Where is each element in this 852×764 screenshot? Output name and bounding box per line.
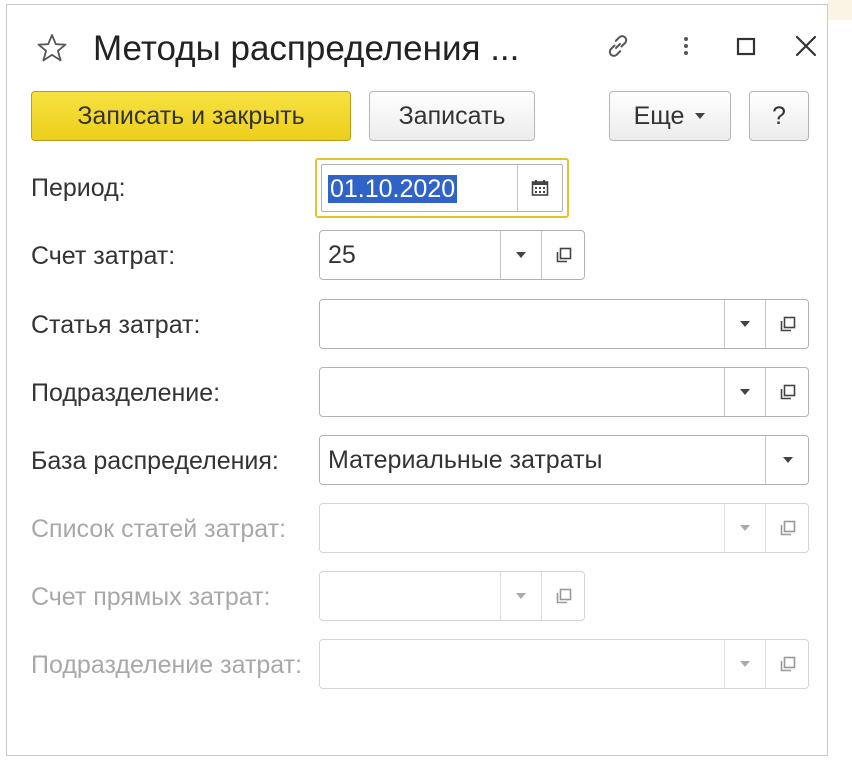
cost-department-open-button <box>765 640 809 688</box>
calendar-button[interactable] <box>517 165 562 211</box>
direct-cost-account-dropdown-button <box>500 572 541 620</box>
department-dropdown-button[interactable] <box>724 368 765 416</box>
cost-item-dropdown-button[interactable] <box>724 300 765 348</box>
direct-cost-account-open-button <box>541 572 585 620</box>
save-button[interactable]: Записать <box>369 91 535 141</box>
cost-account-input[interactable]: 25 <box>319 230 585 280</box>
open-window-icon <box>780 520 795 536</box>
cost-item-input[interactable] <box>319 299 809 349</box>
chevron-down-icon <box>740 525 750 531</box>
open-window-icon <box>780 316 795 332</box>
chevron-down-icon <box>695 113 706 119</box>
cost-department-label: Подразделение затрат: <box>31 651 303 679</box>
close-icon[interactable] <box>791 31 821 61</box>
chevron-down-icon <box>516 593 526 599</box>
allocation-base-dropdown-button[interactable] <box>765 436 809 484</box>
allocation-base-label: База распределения: <box>31 447 279 475</box>
department-open-button[interactable] <box>765 368 809 416</box>
help-button[interactable]: ? <box>749 91 809 141</box>
save-label: Записать <box>398 101 506 130</box>
more-actions-label: Еще <box>633 101 685 130</box>
open-window-icon <box>556 247 571 263</box>
cost-items-list-input <box>319 503 809 553</box>
direct-cost-account-input <box>319 571 585 621</box>
save-and-close-label: Записать и закрыть <box>77 101 305 130</box>
open-window-icon <box>780 384 795 400</box>
allocation-base-select[interactable]: Материальные затраты <box>319 435 809 485</box>
open-window-icon <box>556 588 571 604</box>
cost-account-label: Счет затрат: <box>31 242 176 270</box>
cost-item-label: Статья затрат: <box>31 311 201 339</box>
direct-cost-account-label: Счет прямых затрат: <box>31 583 271 611</box>
cost-item-open-button[interactable] <box>765 300 809 348</box>
period-input[interactable]: 01.10.2020 <box>321 164 563 212</box>
maximize-icon[interactable] <box>731 31 761 61</box>
cost-account-dropdown-button[interactable] <box>500 231 541 279</box>
help-label: ? <box>772 101 786 130</box>
period-value: 01.10.2020 <box>328 175 458 203</box>
cost-account-value: 25 <box>328 241 356 269</box>
link-icon[interactable] <box>603 31 633 61</box>
cost-items-list-label: Список статей затрат: <box>31 515 287 543</box>
cost-department-dropdown-button <box>724 640 765 688</box>
chevron-down-icon <box>740 321 750 327</box>
favorite-star-icon[interactable] <box>37 33 67 63</box>
open-window-icon <box>780 656 795 672</box>
form-window: Методы распределения ... Записать и закр… <box>6 4 828 756</box>
cost-items-list-open-button <box>765 504 809 552</box>
department-label: Подразделение: <box>31 379 221 407</box>
chevron-down-icon <box>740 661 750 667</box>
period-field-focus: 01.10.2020 <box>315 158 569 218</box>
calendar-icon <box>531 180 549 196</box>
more-vertical-icon[interactable] <box>671 31 701 61</box>
save-and-close-button[interactable]: Записать и закрыть <box>31 91 351 141</box>
chevron-down-icon <box>740 389 750 395</box>
department-input[interactable] <box>319 367 809 417</box>
background-strip <box>828 0 852 20</box>
cost-account-open-button[interactable] <box>541 231 585 279</box>
window-title: Методы распределения ... <box>93 29 520 68</box>
period-label: Период: <box>31 174 126 202</box>
chevron-down-icon <box>516 252 526 258</box>
more-actions-button[interactable]: Еще <box>609 91 731 141</box>
allocation-base-value: Материальные затраты <box>328 446 603 474</box>
cost-department-input <box>319 639 809 689</box>
cost-items-list-dropdown-button <box>724 504 765 552</box>
chevron-down-icon <box>782 457 793 463</box>
